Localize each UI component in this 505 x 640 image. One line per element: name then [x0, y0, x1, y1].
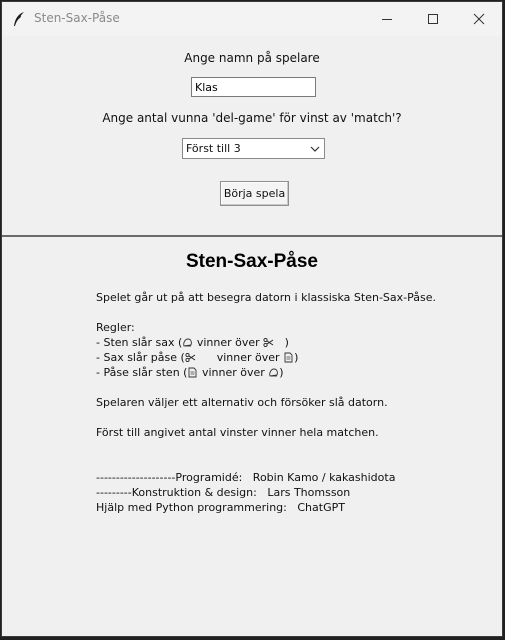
close-button[interactable]: [456, 2, 502, 36]
scissors-icon: [263, 337, 274, 348]
stone-icon: [269, 368, 279, 377]
credit-design: ---------Konstruktion & design: Lars Tho…: [96, 486, 351, 499]
rule-scissors-text-c: ): [294, 351, 299, 364]
credit-idea: --------------------Programidé: Robin Ka…: [96, 471, 396, 484]
wins-prompt-label: Ange antal vunna 'del-game' för vinst av…: [102, 111, 402, 125]
minimize-icon: [382, 19, 392, 20]
rule-scissors: - Sax slår påse ( vinner över ): [96, 350, 496, 365]
window-title: Sten-Sax-Påse: [34, 11, 120, 25]
section-divider: [2, 235, 502, 237]
paper-icon: [189, 367, 197, 378]
rule-stone: - Sten slår sax ( vinner över ): [96, 335, 496, 350]
start-game-button[interactable]: Börja spela: [220, 181, 289, 206]
rule-stone-text-c: ): [274, 336, 289, 349]
first-to-text: Först till angivet antal vinster vinner …: [96, 426, 379, 439]
intro-text: Spelet går ut på att besegra datorn i kl…: [96, 291, 436, 304]
player-choice-text: Spelaren väljer ett alternativ och försö…: [96, 396, 388, 409]
maximize-icon: [428, 14, 438, 24]
rule-paper-text-a: - Påse slår sten (: [96, 366, 188, 379]
rule-scissors-text-a: - Sax slår påse (: [96, 351, 185, 364]
rule-stone-text-a: - Sten slår sax (: [96, 336, 183, 349]
paper-icon: [284, 352, 293, 363]
chevron-down-icon: [310, 146, 320, 152]
rule-stone-text-b: vinner över: [193, 336, 264, 349]
name-prompt-label: Ange namn på spelare: [184, 51, 320, 65]
rule-paper-text-b: vinner över: [198, 366, 269, 379]
player-name-input[interactable]: [191, 77, 316, 97]
title-bar[interactable]: Sten-Sax-Påse: [2, 2, 502, 36]
wins-select-value: Först till 3: [186, 142, 241, 155]
rules-heading: Regler:: [96, 321, 135, 334]
close-icon: [473, 13, 485, 25]
minimize-button[interactable]: [364, 2, 410, 36]
stone-icon: [183, 338, 193, 347]
maximize-button[interactable]: [410, 2, 456, 36]
feather-icon: [12, 11, 26, 27]
info-panel: Spelet går ut på att besegra datorn i kl…: [96, 290, 496, 515]
credit-python-help: Hjälp med Python programmering: ChatGPT: [96, 501, 345, 514]
rule-scissors-text-b: vinner över: [195, 351, 284, 364]
rule-paper-text-c: ): [279, 366, 284, 379]
wins-select[interactable]: Först till 3: [182, 138, 325, 159]
scissors-icon: [185, 352, 196, 363]
game-title: Sten-Sax-Påse: [185, 251, 318, 272]
app-window: Sten-Sax-Påse Ange namn på spelare Ange …: [1, 1, 503, 637]
rule-paper: - Påse slår sten ( vinner över ): [96, 365, 496, 380]
